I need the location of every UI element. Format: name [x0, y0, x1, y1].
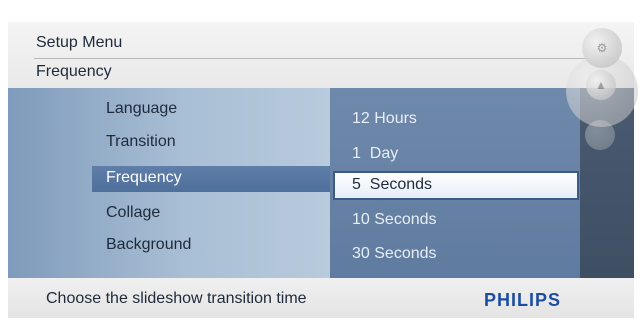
header-divider: [34, 58, 590, 59]
photo-frame-screen: Setup Menu Frequency Language Transition…: [0, 0, 642, 332]
nav-up-icon[interactable]: ▲: [586, 70, 616, 100]
settings-dial-icon[interactable]: ⚙: [582, 28, 622, 68]
menu-item-background[interactable]: Background: [106, 236, 191, 254]
menu-item-collage[interactable]: Collage: [106, 204, 160, 222]
menu-item-transition[interactable]: Transition: [106, 133, 176, 151]
option-30-seconds[interactable]: 30 Seconds: [352, 245, 437, 263]
menu-item-frequency[interactable]: Frequency: [106, 169, 182, 187]
option-1-day[interactable]: 1 Day: [352, 145, 398, 163]
option-12-hours[interactable]: 12 Hours: [352, 110, 417, 128]
nav-dot-icon[interactable]: [585, 120, 615, 150]
settings-glyph-icon: ⚙: [596, 41, 608, 55]
up-arrow-icon: ▲: [595, 78, 607, 92]
option-5-seconds[interactable]: 5 Seconds: [352, 176, 432, 194]
section-title: Frequency: [36, 63, 112, 80]
option-10-seconds[interactable]: 10 Seconds: [352, 211, 437, 229]
menu-item-language[interactable]: Language: [106, 100, 177, 118]
help-text: Choose the slideshow transition time: [46, 290, 307, 307]
brand-logo: PHILIPS: [484, 290, 562, 310]
page-title: Setup Menu: [36, 34, 123, 51]
